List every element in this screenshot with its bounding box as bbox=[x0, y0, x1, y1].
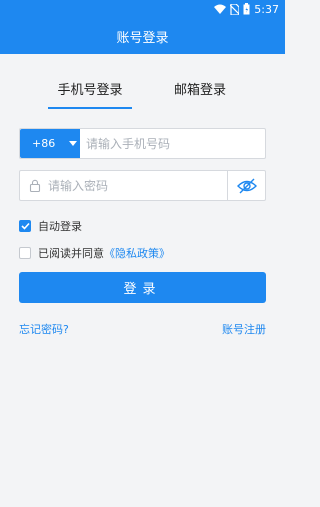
auto-login-option[interactable]: 自动登录 bbox=[19, 218, 82, 234]
password-visibility-toggle[interactable] bbox=[227, 171, 265, 200]
register-link[interactable]: 账号注册 bbox=[222, 321, 266, 337]
app-bar: 账号登录 bbox=[0, 18, 285, 54]
status-bar: 5:37 bbox=[0, 0, 285, 18]
phone-field-row: +86 bbox=[19, 128, 266, 159]
agreement-option[interactable]: 已阅读并同意 《隐私政策》 bbox=[19, 245, 170, 261]
wifi-icon bbox=[214, 4, 227, 14]
country-code-select[interactable]: +86 bbox=[20, 129, 80, 158]
status-icons: 5:37 bbox=[214, 2, 279, 16]
privacy-policy-link[interactable]: 《隐私政策》 bbox=[104, 245, 170, 261]
page-title: 账号登录 bbox=[116, 30, 169, 46]
password-input[interactable] bbox=[42, 171, 227, 200]
battery-icon bbox=[243, 3, 250, 15]
password-field-row bbox=[19, 170, 266, 201]
eye-off-icon bbox=[236, 178, 257, 193]
auto-login-label: 自动登录 bbox=[38, 220, 82, 233]
status-time: 5:37 bbox=[254, 2, 279, 16]
tab-email-login[interactable]: 邮箱登录 bbox=[158, 79, 242, 109]
country-code-label: +86 bbox=[32, 137, 56, 150]
lock-icon bbox=[28, 179, 42, 193]
auto-login-checkbox[interactable] bbox=[19, 220, 31, 232]
login-tabs: 手机号登录 邮箱登录 bbox=[0, 79, 285, 109]
no-sim-icon bbox=[230, 3, 240, 15]
caret-down-icon bbox=[69, 141, 78, 146]
phone-input[interactable] bbox=[80, 129, 265, 158]
tab-phone-login[interactable]: 手机号登录 bbox=[48, 79, 132, 109]
forgot-password-link[interactable]: 忘记密码? bbox=[19, 321, 69, 337]
login-button[interactable]: 登录 bbox=[19, 272, 266, 303]
check-icon bbox=[20, 222, 30, 230]
agreement-checkbox[interactable] bbox=[19, 247, 31, 259]
agreement-label: 已阅读并同意 bbox=[38, 247, 104, 260]
